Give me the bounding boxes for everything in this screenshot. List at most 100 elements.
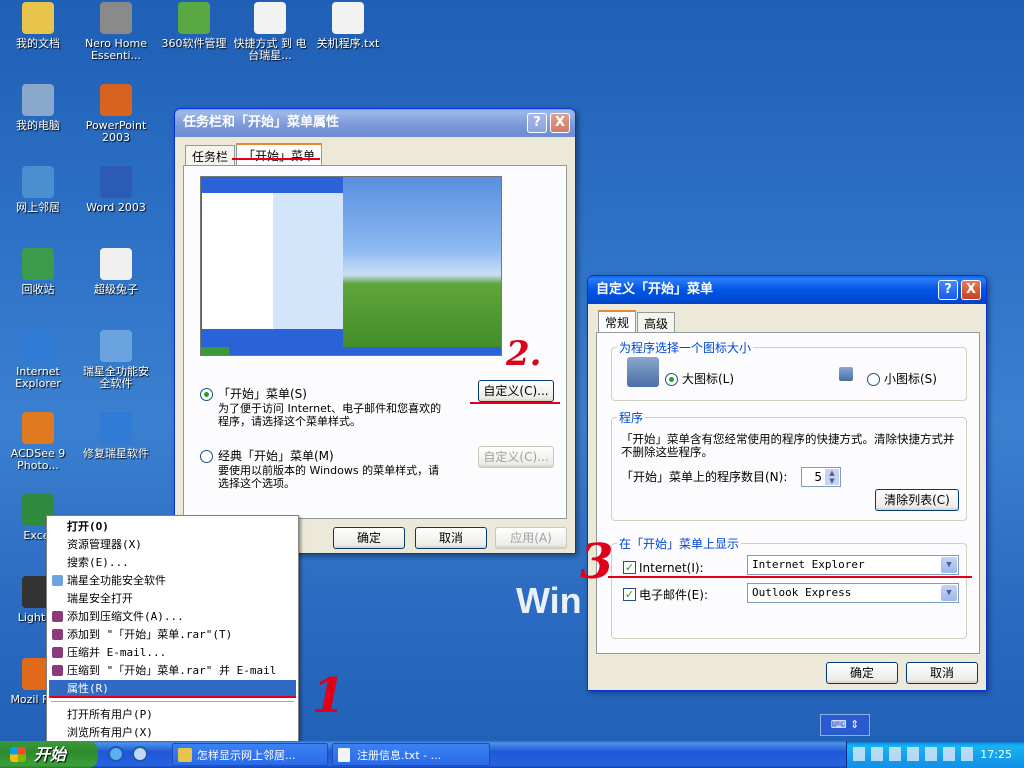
internet-combo[interactable]: Internet Explorer ▼: [747, 555, 959, 575]
small-icons-radio[interactable]: [867, 373, 880, 386]
desktop-icon[interactable]: PowerPoint 2003: [78, 84, 154, 144]
tab-advanced[interactable]: 高级: [637, 312, 676, 332]
network-places-icon[interactable]: [22, 166, 54, 198]
start-menu-radio-label[interactable]: 「开始」菜单(S): [218, 388, 307, 401]
start-button[interactable]: 开始: [0, 741, 98, 768]
desktop-icon-label[interactable]: ACDSee 9 Photo...: [0, 448, 76, 472]
customize-start-button[interactable]: 自定义(C)...: [478, 380, 554, 402]
program-count-value[interactable]: 5: [814, 470, 822, 484]
context-menu-item[interactable]: 压缩到 "「开始」菜单.rar" 并 E-mail: [49, 662, 296, 680]
desktop-icon[interactable]: 关机程序.txt: [310, 2, 386, 50]
classic-menu-radio-label[interactable]: 经典「开始」菜单(M): [218, 450, 334, 463]
desktop-icon[interactable]: 超级兔子: [78, 248, 154, 296]
large-icons-label[interactable]: 大图标(L): [682, 373, 734, 386]
text-file-icon[interactable]: [332, 2, 364, 34]
desktop-icon-label[interactable]: 关机程序.txt: [310, 38, 386, 50]
internet-label[interactable]: Internet(I):: [639, 562, 704, 575]
context-menu-item[interactable]: 资源管理器(X): [49, 536, 296, 554]
desktop-icon-label[interactable]: 网上邻居: [0, 202, 76, 214]
context-menu-item[interactable]: 压缩并 E-mail...: [49, 644, 296, 662]
context-menu-item[interactable]: 瑞星安全打开: [49, 590, 296, 608]
desktop-icon[interactable]: 我的文档: [0, 2, 76, 50]
taskbar-task-2[interactable]: 注册信息.txt - ...: [332, 743, 490, 766]
help-button[interactable]: ?: [938, 280, 958, 300]
rising-icon[interactable]: [100, 330, 132, 362]
context-menu-item[interactable]: 打开(O): [49, 518, 296, 536]
context-menu-item[interactable]: 瑞星全功能安全软件: [49, 572, 296, 590]
cancel-button[interactable]: 取消: [415, 527, 487, 549]
desktop-icon[interactable]: Word 2003: [78, 166, 154, 214]
context-menu-item[interactable]: 浏览所有用户(X): [49, 724, 296, 742]
start-label[interactable]: 开始: [34, 745, 66, 764]
context-menu-item[interactable]: 添加到 "「开始」菜单.rar"(T): [49, 626, 296, 644]
language-bar[interactable]: ⌨ ⇕: [820, 714, 870, 736]
keyboard-icon[interactable]: ⌨ ⇕: [831, 718, 860, 731]
desktop-icon-label[interactable]: 我的电脑: [0, 120, 76, 132]
context-menu-item[interactable]: 添加到压缩文件(A)...: [49, 608, 296, 626]
powerpoint-icon[interactable]: [100, 84, 132, 116]
internet-checkbox[interactable]: ✓: [623, 561, 636, 574]
360-icon[interactable]: [178, 2, 210, 34]
small-icons-label[interactable]: 小图标(S): [884, 373, 937, 386]
desktop-icon-label[interactable]: 超级兔子: [78, 284, 154, 296]
tab-general[interactable]: 常规: [598, 310, 637, 332]
clear-list-button[interactable]: 清除列表(C): [875, 489, 959, 511]
title-bar[interactable]: 自定义「开始」菜单 ? X: [588, 276, 986, 304]
desktop-icon-label[interactable]: PowerPoint 2003: [78, 120, 154, 144]
desktop-icon[interactable]: ACDSee 9 Photo...: [0, 412, 76, 472]
desktop-icon[interactable]: Nero Home Essenti...: [78, 2, 154, 62]
desktop-icon-label[interactable]: 瑞星全功能安全软件: [78, 366, 154, 390]
show-desktop-icon[interactable]: [132, 746, 148, 762]
desktop-icon-label[interactable]: 快捷方式 到 电台瑞星...: [232, 38, 308, 62]
tab-start-menu[interactable]: 「开始」菜单: [236, 143, 323, 165]
desktop-icon-label[interactable]: Nero Home Essenti...: [78, 38, 154, 62]
program-count-spinner[interactable]: 5 ▲ ▼: [801, 467, 841, 487]
desktop-icon-label[interactable]: 360软件管理: [156, 38, 232, 50]
taskbar-task-1[interactable]: 怎样显示网上邻居...: [172, 743, 328, 766]
ie-quicklaunch-icon[interactable]: [108, 746, 124, 762]
desktop-icon[interactable]: Internet Explorer: [0, 330, 76, 390]
desktop-icon-label[interactable]: 修复瑞星软件: [78, 448, 154, 460]
clock[interactable]: 17:25: [980, 741, 1012, 768]
desktop-icon[interactable]: 网上邻居: [0, 166, 76, 214]
tab-taskbar[interactable]: 任务栏: [185, 145, 236, 165]
desktop-icon-label[interactable]: 我的文档: [0, 38, 76, 50]
chevron-down-icon[interactable]: ▼: [941, 557, 957, 573]
context-menu-item[interactable]: 搜索(E)...: [49, 554, 296, 572]
help-button[interactable]: ?: [527, 113, 547, 133]
desktop-icon[interactable]: 修复瑞星软件: [78, 412, 154, 460]
desktop-icon[interactable]: 回收站: [0, 248, 76, 296]
word-icon[interactable]: [100, 166, 132, 198]
classic-menu-radio[interactable]: [200, 450, 213, 463]
desktop-icon-label[interactable]: Word 2003: [78, 202, 154, 214]
email-label[interactable]: 电子邮件(E):: [639, 589, 708, 602]
chevron-down-icon[interactable]: ▼: [941, 585, 957, 601]
my-documents-icon[interactable]: [22, 2, 54, 34]
recycle-bin-icon[interactable]: [22, 248, 54, 280]
ok-button[interactable]: 确定: [333, 527, 405, 549]
close-button[interactable]: X: [550, 113, 570, 133]
nero-icon[interactable]: [100, 2, 132, 34]
rabbit-icon[interactable]: [100, 248, 132, 280]
acdsee-icon[interactable]: [22, 412, 54, 444]
tray-icons[interactable]: [853, 747, 973, 761]
close-button[interactable]: X: [961, 280, 981, 300]
spinner-arrows-icon[interactable]: ▲ ▼: [825, 469, 839, 485]
email-combo[interactable]: Outlook Express ▼: [747, 583, 959, 603]
large-icons-radio[interactable]: [665, 373, 678, 386]
desktop-icon-label[interactable]: Internet Explorer: [0, 366, 76, 390]
cancel-button[interactable]: 取消: [906, 662, 978, 684]
desktop-icon[interactable]: 瑞星全功能安全软件: [78, 330, 154, 390]
desktop-icon-label[interactable]: 回收站: [0, 284, 76, 296]
ok-button[interactable]: 确定: [826, 662, 898, 684]
email-checkbox[interactable]: ✓: [623, 588, 636, 601]
text-file-icon[interactable]: [254, 2, 286, 34]
ie-icon[interactable]: [22, 330, 54, 362]
title-bar[interactable]: 任务栏和「开始」菜单属性 ? X: [175, 109, 575, 137]
my-computer-icon[interactable]: [22, 84, 54, 116]
start-menu-radio[interactable]: [200, 388, 213, 401]
desktop-icon[interactable]: 我的电脑: [0, 84, 76, 132]
ie-icon[interactable]: [100, 412, 132, 444]
desktop-icon[interactable]: 快捷方式 到 电台瑞星...: [232, 2, 308, 62]
desktop-icon[interactable]: 360软件管理: [156, 2, 232, 50]
